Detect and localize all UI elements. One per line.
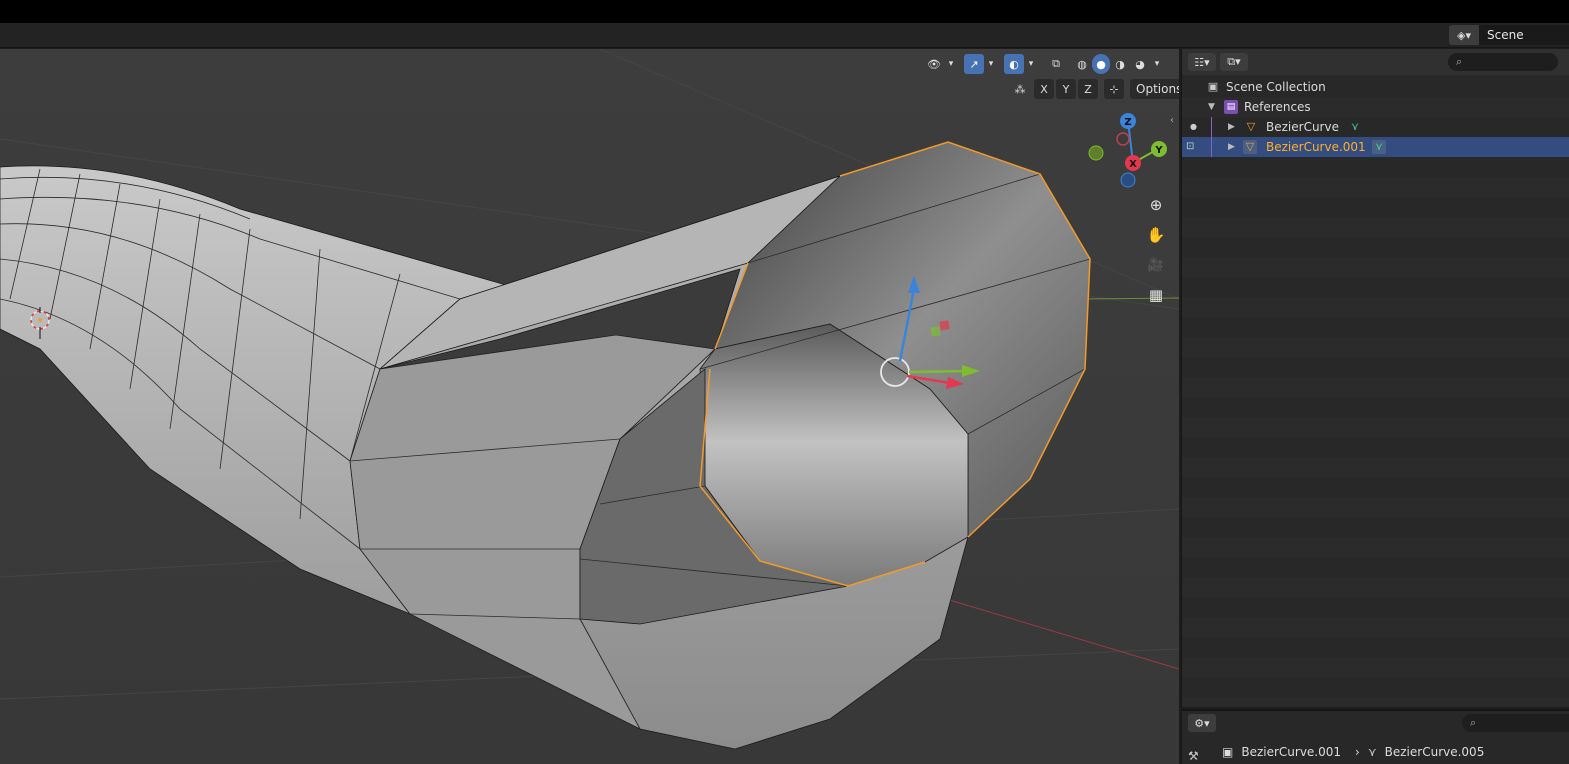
pan-hand-icon[interactable]: ✋ — [1144, 223, 1168, 247]
outliner-panel: ☷▾ ⧉▾ ⌕ ▣ Scene Collection ▼ ▤ Reference… — [1181, 49, 1569, 707]
curve-data-icon[interactable]: ⋎ — [1348, 120, 1362, 134]
properties-header: ⚙▾ ⌕ — [1182, 711, 1569, 735]
row-label: BezierCurve.001 — [1266, 140, 1366, 154]
edit-mode-icon: ⊡ — [1186, 141, 1195, 152]
outliner-row-scene-collection[interactable]: ▣ Scene Collection — [1182, 77, 1569, 97]
outliner-search-input[interactable]: ⌕ — [1448, 53, 1558, 71]
outliner-tree: ▣ Scene Collection ▼ ▤ References ● ▶ ▽ … — [1182, 77, 1569, 157]
collection-icon: ▣ — [1207, 80, 1219, 93]
options-label: Options — [1136, 82, 1179, 96]
svg-text:X: X — [1129, 159, 1137, 170]
xray-icon[interactable]: ⧉ — [1046, 54, 1066, 74]
material-shading-icon[interactable]: ◑ — [1110, 54, 1130, 74]
display-mode-icon[interactable]: ⧉▾ — [1220, 53, 1248, 71]
curve-object-icon: ▽ — [1246, 120, 1256, 133]
mirror-x-button[interactable]: X — [1034, 79, 1054, 99]
title-bar — [0, 0, 1569, 23]
navigation-gizmo[interactable]: Z Y X — [1085, 111, 1179, 191]
scene-icon[interactable]: ◈▾ — [1449, 25, 1479, 45]
dot-icon: ● — [1190, 122, 1197, 131]
chevron-down-icon[interactable]: ▾ — [944, 54, 958, 74]
curve-object-icon: ▽ — [1243, 140, 1257, 154]
chevron-right-icon: › — [1355, 745, 1360, 759]
chevron-down-icon[interactable]: ▾ — [1024, 54, 1038, 74]
outliner-header: ☷▾ ⧉▾ ⌕ — [1182, 49, 1569, 75]
viewport-scene[interactable] — [0, 49, 1179, 764]
mirror-z-button[interactable]: Z — [1078, 79, 1098, 99]
object-icon: ▣ — [1222, 745, 1234, 759]
expand-arrow-icon[interactable]: ▶ — [1228, 137, 1235, 157]
wireframe-shading-icon[interactable]: ◍ — [1072, 54, 1092, 74]
properties-editor-type-icon[interactable]: ⚙▾ — [1188, 714, 1216, 732]
gizmo-neg-z[interactable] — [1120, 172, 1136, 188]
breadcrumb-data: BezierCurve.005 — [1384, 745, 1485, 759]
scene-selector[interactable]: ◈▾ Scene — [1449, 25, 1569, 45]
tool-tab-icon[interactable]: ⚒ — [1188, 749, 1199, 763]
rendered-shading-icon[interactable]: ◕ — [1130, 54, 1150, 74]
outliner-empty-area — [1182, 157, 1569, 707]
solid-shading-icon[interactable]: ● — [1092, 54, 1110, 74]
row-label: Scene Collection — [1226, 80, 1326, 94]
snap-icon[interactable]: ⊹ — [1104, 79, 1124, 99]
options-dropdown[interactable]: Options ▾ — [1130, 79, 1179, 99]
viewport-subheader: ⁂ X Y Z ⊹ Options ▾ — [1010, 78, 1179, 100]
chevron-down-icon[interactable]: ▾ — [984, 54, 998, 74]
breadcrumb-object: BezierCurve.001 — [1241, 745, 1342, 759]
curve-data-icon[interactable]: ⋎ — [1372, 140, 1386, 154]
outliner-row-references[interactable]: ▼ ▤ References — [1182, 97, 1569, 117]
row-label: BezierCurve — [1266, 120, 1339, 134]
zoom-icon[interactable]: ⊕ — [1144, 193, 1168, 217]
camera-icon[interactable]: 🎥 — [1144, 253, 1168, 277]
chevron-left-icon[interactable]: ‹ — [1170, 115, 1174, 126]
scene-name[interactable]: Scene — [1479, 25, 1569, 45]
collection-icon: ▤ — [1224, 100, 1238, 114]
breadcrumb: ▣ BezierCurve.001 › ⋎ BezierCurve.005 — [1222, 745, 1484, 759]
chevron-down-icon[interactable]: ▾ — [1150, 54, 1164, 74]
properties-search-input[interactable]: ⌕ — [1462, 714, 1569, 732]
gizmo-neg-y[interactable] — [1088, 145, 1104, 161]
viewport-header: 👁 ▾ ↗ ▾ ◐ ▾ ⧉ ◍ ● ◑ ◕ ▾ — [924, 53, 1164, 75]
svg-text:Y: Y — [1154, 145, 1163, 156]
3d-viewport[interactable]: 👁 ▾ ↗ ▾ ◐ ▾ ⧉ ◍ ● ◑ ◕ ▾ ⁂ X Y Z ⊹ Option… — [0, 49, 1179, 764]
overlay-icon[interactable]: ◐ — [1004, 54, 1024, 74]
outliner-row-beziercurve-001[interactable]: ⊡ ▶ ▽ BezierCurve.001 ⋎ — [1182, 137, 1569, 157]
curve-data-icon: ⋎ — [1367, 745, 1377, 759]
gizmo-neg-x[interactable] — [1116, 132, 1130, 146]
svg-text:Z: Z — [1124, 117, 1131, 128]
eye-icon[interactable]: 👁 — [924, 54, 944, 74]
gizmo-icon[interactable]: ↗ — [964, 54, 984, 74]
top-bar: ◈▾ Scene — [0, 23, 1569, 48]
mirror-icon[interactable]: ⁂ — [1010, 79, 1030, 99]
outliner-row-beziercurve[interactable]: ● ▶ ▽ BezierCurve ⋎ — [1182, 117, 1569, 137]
expand-arrow-icon[interactable]: ▼ — [1208, 97, 1215, 117]
mirror-y-button[interactable]: Y — [1056, 79, 1076, 99]
outliner-editor-type-icon[interactable]: ☷▾ — [1188, 53, 1216, 71]
row-label: References — [1244, 100, 1311, 114]
expand-arrow-icon[interactable]: ▶ — [1228, 117, 1235, 137]
properties-panel: ⚙▾ ⌕ ⚒ ▣ BezierCurve.001 › ⋎ BezierCurve… — [1181, 709, 1569, 764]
grid-icon[interactable]: ▦ — [1144, 283, 1168, 307]
